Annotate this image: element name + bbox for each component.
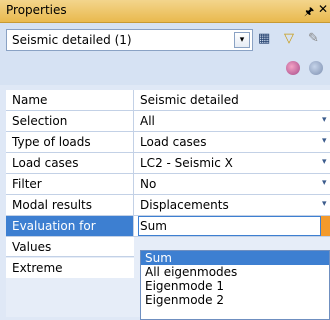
- property-label: Values: [12, 240, 52, 254]
- dropdown-option-eigenmode-2[interactable]: Eigenmode 2: [141, 293, 329, 307]
- chevron-down-icon[interactable]: ▾: [322, 136, 327, 146]
- property-value[interactable]: Load cases: [140, 135, 206, 149]
- filter-table-icon[interactable]: ▦: [258, 31, 270, 47]
- chevron-down-icon[interactable]: ▾: [322, 178, 327, 188]
- property-label: Filter: [6, 174, 134, 194]
- property-label: Name: [6, 90, 134, 110]
- chevron-down-icon[interactable]: ▾: [322, 157, 327, 167]
- property-value[interactable]: Displacements: [140, 198, 229, 212]
- property-label: Evaluation for: [6, 216, 134, 236]
- property-row-modal-results[interactable]: Modal results Displacements ▾: [6, 195, 330, 216]
- pin-icon[interactable]: 🖈: [304, 3, 314, 22]
- display-settings-icon[interactable]: [309, 61, 323, 75]
- property-value[interactable]: No: [140, 177, 156, 191]
- property-label: Load cases: [6, 153, 134, 173]
- chevron-down-icon[interactable]: ▾: [234, 32, 250, 48]
- dropdown-option-all-eigenmodes[interactable]: All eigenmodes: [141, 265, 329, 279]
- property-label: Selection: [6, 111, 134, 131]
- palette-icon[interactable]: [286, 61, 300, 75]
- evaluation-for-dropdown-list[interactable]: Sum All eigenmodes Eigenmode 1 Eigenmode…: [140, 250, 330, 320]
- property-value[interactable]: LC2 - Seismic X: [140, 156, 233, 170]
- edit-pencil-icon[interactable]: ✎: [308, 31, 319, 47]
- property-row-type-of-loads[interactable]: Type of loads Load cases ▾: [6, 132, 330, 153]
- chevron-down-icon[interactable]: ▾: [322, 199, 327, 209]
- close-icon[interactable]: ✕: [318, 2, 328, 16]
- properties-toolbar: Seismic detailed (1) ▾ ▦ ▽ ✎: [0, 23, 330, 85]
- property-value[interactable]: Seismic detailed: [140, 93, 239, 107]
- property-row-name[interactable]: Name Seismic detailed: [6, 90, 330, 111]
- chevron-down-icon[interactable]: ▾: [322, 115, 327, 125]
- property-row-filter[interactable]: Filter No ▾: [6, 174, 330, 195]
- panel-title-bar: Properties 🖈 ✕: [0, 0, 330, 23]
- property-value[interactable]: All: [140, 114, 155, 128]
- filter-icon[interactable]: ▽: [284, 31, 294, 47]
- property-label: Type of loads: [6, 132, 134, 152]
- property-value[interactable]: Sum: [140, 219, 167, 233]
- property-row-selection[interactable]: Selection All ▾: [6, 111, 330, 132]
- property-label: Extreme: [12, 261, 63, 275]
- property-label: Modal results: [6, 195, 134, 215]
- dropdown-option-eigenmode-1[interactable]: Eigenmode 1: [141, 279, 329, 293]
- property-row-values[interactable]: Values: [6, 237, 134, 257]
- dropdown-option-sum[interactable]: Sum: [141, 251, 329, 265]
- panel-title: Properties: [6, 3, 67, 17]
- property-row-load-cases[interactable]: Load cases LC2 - Seismic X ▾: [6, 153, 330, 174]
- property-row-extreme[interactable]: Extreme: [6, 258, 134, 278]
- property-row-evaluation-for[interactable]: Evaluation for Sum: [6, 216, 330, 237]
- object-selector-value: Seismic detailed (1): [12, 33, 132, 47]
- dropdown-button[interactable]: [321, 216, 330, 236]
- object-selector-combo[interactable]: Seismic detailed (1) ▾: [6, 29, 253, 51]
